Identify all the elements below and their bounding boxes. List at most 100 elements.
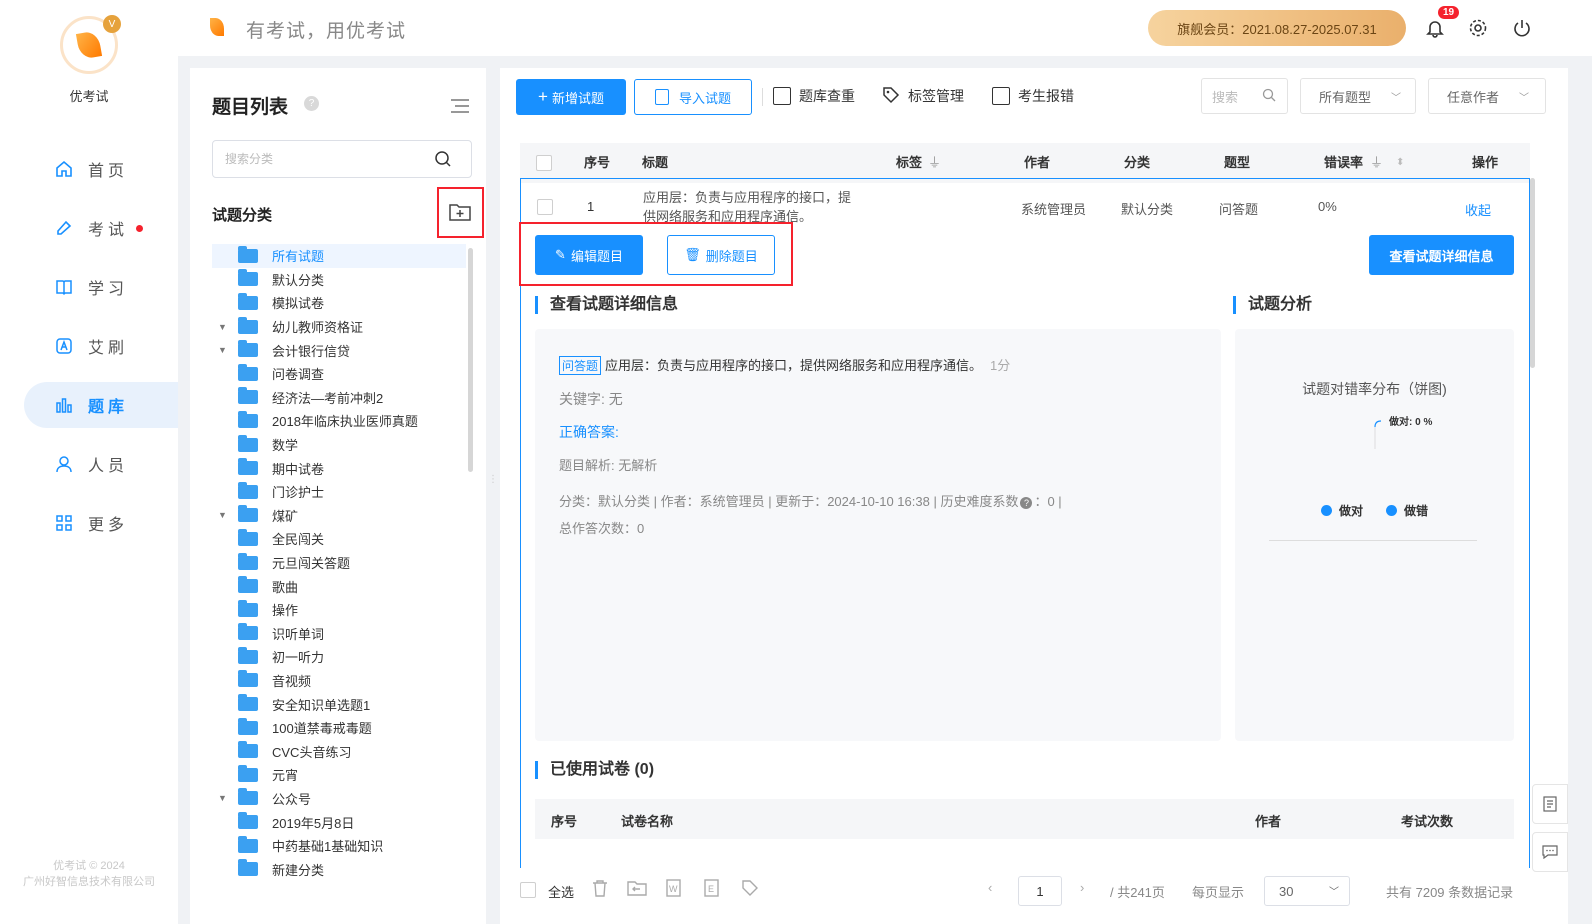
collapse-link[interactable]: 收起 (1465, 200, 1491, 219)
tree-item[interactable]: 元宵 (212, 763, 466, 787)
main-scrollbar[interactable] (1530, 178, 1535, 368)
tree-item[interactable]: 操作 (212, 598, 466, 622)
legend-wrong[interactable]: 做错 (1386, 502, 1428, 519)
tree-item[interactable]: ▼ 会计银行信贷 (212, 338, 466, 362)
sort-icon[interactable]: ⬍ (1396, 143, 1404, 183)
caret-down-icon[interactable]: ▼ (218, 322, 228, 332)
tree-item[interactable]: 门诊护士 (212, 480, 466, 504)
question-type-select[interactable]: 所有题型 ﹀ (1300, 78, 1416, 114)
float-doc-button[interactable] (1532, 784, 1568, 824)
tree-item-label: 操作 (272, 603, 299, 619)
panel-resize-handle[interactable]: ⋮ (488, 474, 498, 496)
tree-item[interactable]: 模拟试卷 (212, 291, 466, 315)
category-search-input[interactable]: 搜索分类 (212, 140, 472, 178)
slogan: 有考试，用优考试 (246, 21, 407, 42)
chart-title: 试题对错率分布（饼图) (1302, 381, 1447, 397)
tree-item[interactable]: ▼ 幼儿教师资格证 (212, 315, 466, 339)
tree-item[interactable]: 经济法—考前冲刺2 (212, 386, 466, 410)
tag-manage-button[interactable]: 标签管理 (882, 86, 964, 106)
author-select[interactable]: 任意作者 ﹀ (1428, 78, 1546, 114)
footer-select-all-checkbox[interactable] (520, 882, 536, 898)
tree-item[interactable]: 初一听力 (212, 645, 466, 669)
toolbar-divider (762, 88, 763, 106)
tree-item[interactable]: 100道禁毒戒毒题 (212, 716, 466, 740)
app-logo[interactable]: V (60, 15, 121, 74)
tree-item[interactable]: 期中试卷 (212, 456, 466, 480)
tree-item[interactable]: 识听单词 (212, 622, 466, 646)
tree-item[interactable]: CVC头音练习 (212, 739, 466, 763)
folder-icon (238, 764, 258, 782)
nav-people[interactable]: 人员 (24, 441, 178, 487)
tree-item[interactable]: 问卷调查 (212, 362, 466, 386)
tree-item[interactable]: 所有试题 (212, 244, 466, 268)
batch-delete-icon[interactable] (590, 878, 610, 901)
row-checkbox[interactable] (537, 199, 553, 215)
gear-icon[interactable] (1466, 16, 1490, 40)
tree-item[interactable]: 中药基础1基础知识 (212, 834, 466, 858)
add-folder-icon[interactable] (448, 202, 472, 225)
search-icon[interactable] (434, 150, 452, 171)
filter-icon[interactable]: ⏚ (1370, 143, 1383, 183)
tree-scrollbar[interactable] (468, 248, 473, 472)
folder-icon (238, 245, 258, 263)
float-chat-button[interactable] (1532, 832, 1568, 872)
collapse-menu-icon[interactable] (450, 98, 470, 117)
book-icon (54, 277, 74, 297)
tree-item[interactable]: 音视频 (212, 669, 466, 693)
delete-question-button[interactable]: 🗑 删除题目 (667, 235, 775, 275)
dedupe-button[interactable]: 题库查重 (773, 86, 855, 106)
edit-question-button[interactable]: ✎ 编辑题目 (535, 235, 643, 275)
tree-item[interactable]: ▼ 煤矿 (212, 504, 466, 528)
bell-icon[interactable] (1423, 16, 1447, 40)
filter-icon[interactable]: ⏚ (928, 143, 941, 183)
help-icon[interactable]: ? (304, 96, 319, 111)
view-details-button[interactable]: 查看试题详细信息 (1369, 235, 1514, 275)
help-icon[interactable]: ? (1020, 497, 1033, 509)
tree-item[interactable]: 2018年临床执业医师真题 (212, 409, 466, 433)
tree-item[interactable]: 全民闯关 (212, 527, 466, 551)
category-panel: 题目列表 ? 搜索分类 试题分类 所有试题 默认分类 模拟试卷 ▼ 幼儿教师资格证 ▼ 会计… (190, 68, 498, 924)
export-excel-icon[interactable]: E (702, 878, 722, 901)
page-number-input[interactable]: 1 (1018, 876, 1062, 906)
report-error-button[interactable]: 考生报错 (992, 86, 1074, 106)
nav-exam[interactable]: 考试 (24, 205, 178, 251)
export-word-icon[interactable]: W (664, 878, 684, 901)
import-question-button[interactable]: 导入试题 (634, 79, 752, 115)
prev-page-icon[interactable]: ‹ (988, 880, 992, 895)
document-search-icon (773, 87, 791, 105)
col-paper-name: 试卷名称 (621, 814, 674, 829)
nav-learn[interactable]: 学习 (24, 264, 178, 310)
nav-home[interactable]: 首页 (24, 146, 178, 192)
caret-down-icon[interactable]: ▼ (218, 345, 228, 355)
nav-question-bank[interactable]: 题库 (24, 382, 178, 428)
user-icon (54, 454, 74, 474)
tree-item[interactable]: 元旦闯关答题 (212, 551, 466, 575)
tree-item-label: 问卷调查 (272, 367, 325, 383)
caret-down-icon[interactable]: ▼ (218, 510, 228, 520)
legend-correct[interactable]: 做对 (1321, 502, 1363, 519)
tree-item[interactable]: 新建分类 (212, 857, 466, 881)
tree-item[interactable]: 默认分类 (212, 268, 466, 292)
move-icon[interactable] (626, 878, 648, 901)
power-icon[interactable] (1510, 16, 1534, 40)
row-title[interactable]: 应用层：负责与应用程序的接口，提 供网络服务和应用程序通信。 (643, 188, 851, 226)
tree-item[interactable]: 歌曲 (212, 574, 466, 598)
nav-aishua[interactable]: 艾刷 (24, 323, 178, 369)
legend-dot (1321, 505, 1332, 516)
tree-item[interactable]: ▼ 公众号 (212, 787, 466, 811)
tree-item[interactable]: 安全知识单选题1 (212, 692, 466, 716)
question-search-input[interactable]: 搜索 (1201, 78, 1288, 114)
select-all-checkbox[interactable] (536, 155, 552, 171)
col-error-rate[interactable]: 错误率 (1324, 143, 1363, 183)
nav-more[interactable]: 更多 (24, 500, 178, 546)
vip-membership-badge[interactable]: 旗舰会员：2021.08.27-2025.07.31 (1148, 10, 1406, 46)
tree-item[interactable]: 2019年5月8日 (212, 810, 466, 834)
add-question-button[interactable]: + 新增试题 (516, 79, 626, 115)
question-info-box: 问答题 应用层：负责与应用程序的接口，提供网络服务和应用程序通信。 1分 关键字: … (535, 329, 1221, 741)
tree-item[interactable]: 数学 (212, 433, 466, 457)
batch-tag-icon[interactable] (740, 878, 760, 901)
caret-down-icon[interactable]: ▼ (218, 793, 228, 803)
next-page-icon[interactable]: › (1080, 880, 1084, 895)
folder-icon (238, 788, 258, 806)
per-page-select[interactable]: 30 ﹀ (1264, 876, 1350, 906)
